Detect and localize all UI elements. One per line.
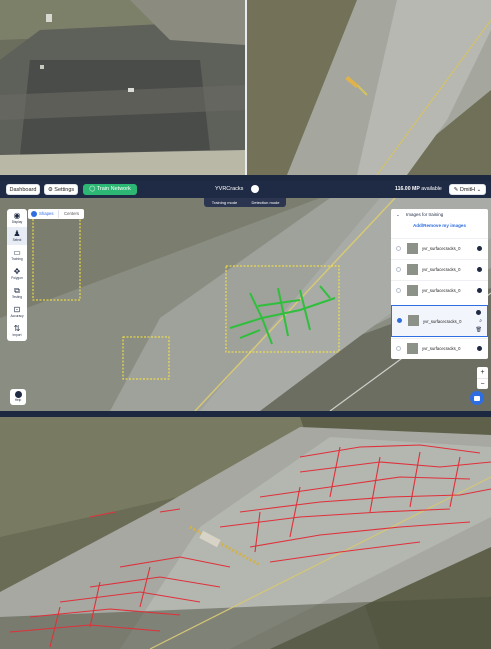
info-icon[interactable]: [476, 310, 481, 315]
image-checkbox[interactable]: [396, 346, 401, 351]
image-thumbnail: [407, 264, 418, 275]
detection-result-image: [0, 417, 491, 649]
image-row[interactable]: yvr_surfacecracks_0: [391, 259, 488, 279]
mp-suffix: available: [421, 186, 442, 192]
dashboard-label: Dashboard: [9, 187, 37, 193]
help-button[interactable]: Help: [10, 389, 26, 405]
image-row[interactable]: yvr_surfacecracks_0: [391, 238, 488, 258]
tool-accuracy[interactable]: ⊡ Accuracy: [7, 303, 27, 321]
image-checkbox[interactable]: [396, 246, 401, 251]
chat-icon: [474, 396, 480, 401]
polygon-icon: ✥: [13, 267, 21, 276]
settings-label: Settings: [54, 187, 75, 193]
mp-available: 116.00 MP available: [395, 184, 442, 195]
image-thumbnail: [408, 315, 419, 326]
testing-icon: ⧉: [14, 286, 20, 295]
chat-button[interactable]: [470, 391, 484, 405]
tool-testing[interactable]: ⧉ Testing: [7, 284, 27, 302]
top-aerial-panel: [0, 0, 491, 175]
trash-icon[interactable]: 🗑: [476, 327, 482, 333]
image-name: yvr_surfacecracks_0: [423, 319, 462, 324]
train-label: Train Network: [96, 186, 131, 192]
question-icon: [14, 391, 22, 398]
info-icon[interactable]: [477, 267, 482, 272]
tool-import-label: Import: [12, 333, 22, 337]
chevron-down-icon: ⌄: [475, 187, 482, 193]
eye-icon: ◉: [13, 211, 21, 220]
help-label: Help: [14, 398, 22, 402]
tool-display-label: Display: [11, 220, 23, 224]
image-thumbnail: [407, 343, 418, 354]
info-icon[interactable]: [477, 246, 482, 251]
zoom-out-button[interactable]: −: [477, 378, 488, 390]
zoom-in-button[interactable]: +: [477, 367, 488, 378]
image-name: yvr_surfacecracks_0: [422, 246, 461, 251]
left-toolbar: ◉ Display ♟ Select ▭ Training ✥ Polygon ⧉ Tes…: [7, 209, 27, 341]
accuracy-icon: ⊡: [13, 305, 21, 314]
image-checkbox[interactable]: [397, 318, 402, 323]
tab-separator: [58, 210, 59, 218]
image-checkbox[interactable]: [396, 267, 401, 272]
image-row-selected[interactable]: yvr_surfacecracks_0 ⌕ 🗑: [391, 305, 488, 337]
train-network-button[interactable]: ◯ Train Network: [83, 184, 137, 195]
settings-button[interactable]: ⚙ Settings: [44, 184, 78, 195]
aerial-image-left: [0, 0, 245, 175]
tab-training-mode[interactable]: Training mode: [204, 198, 245, 207]
search-icon[interactable]: ⌕: [479, 318, 482, 324]
training-icon: ▭: [13, 248, 21, 257]
tool-display[interactable]: ◉ Display: [7, 209, 27, 227]
tool-select[interactable]: ♟ Select: [7, 227, 27, 245]
image-name: yvr_surfacecracks_0: [422, 288, 461, 293]
panel-header[interactable]: ⌄ Images for training: [391, 209, 488, 220]
tab-centers[interactable]: Centers: [64, 209, 79, 219]
add-remove-images-link[interactable]: Add/Remove my images: [391, 223, 488, 228]
image-row[interactable]: yvr_surfacecracks_0: [391, 280, 488, 300]
info-icon[interactable]: [477, 288, 482, 293]
project-settings-icon[interactable]: [251, 185, 259, 193]
image-row[interactable]: yvr_surfacecracks_0: [391, 338, 488, 358]
toolbar: Dashboard ⚙ Settings ◯ Train Network YVR…: [0, 181, 491, 198]
tool-select-label: Select: [12, 238, 22, 242]
shape-tabs: Shapes Centers: [28, 209, 84, 219]
tool-polygon[interactable]: ✥ Polygon: [7, 265, 27, 283]
tool-training[interactable]: ▭ Training: [7, 246, 27, 264]
info-icon[interactable]: [477, 346, 482, 351]
select-icon: ♟: [13, 229, 21, 238]
tool-training-label: Training: [11, 257, 23, 261]
tool-import[interactable]: ⇅ Import: [7, 322, 27, 340]
aerial-image-right: [247, 0, 491, 175]
app-panel: Dashboard ⚙ Settings ◯ Train Network YVR…: [0, 181, 491, 411]
tool-polygon-label: Polygon: [11, 276, 23, 280]
import-icon: ⇅: [13, 324, 21, 333]
check-circle-icon: ◯: [89, 186, 97, 192]
chevron-down-icon: ⌄: [396, 212, 400, 217]
image-thumbnail: [407, 285, 418, 296]
image-name: yvr_surfacecracks_0: [422, 346, 461, 351]
image-thumbnail: [407, 243, 418, 254]
tab-detection-mode[interactable]: Detection mode: [245, 198, 286, 207]
tool-accuracy-label: Accuracy: [10, 314, 24, 318]
mp-value: 116.00 MP: [395, 186, 420, 192]
tool-testing-label: Testing: [11, 295, 23, 299]
project-title: YVRCracks: [215, 186, 244, 192]
panel-title: Images for training: [406, 212, 444, 217]
shapes-radio-icon[interactable]: [31, 211, 37, 217]
images-panel: ⌄ Images for training Add/Remove my imag…: [391, 209, 488, 359]
user-menu-button[interactable]: ✎ DmitH ⌄: [449, 184, 486, 195]
image-checkbox[interactable]: [396, 288, 401, 293]
zoom-control: + −: [477, 367, 488, 389]
image-name: yvr_surfacecracks_0: [422, 267, 461, 272]
user-label: DmitH: [459, 187, 476, 193]
tab-shapes[interactable]: Shapes: [39, 209, 54, 219]
dashboard-button[interactable]: Dashboard: [6, 184, 40, 195]
mode-tabs: Training mode Detection mode: [204, 198, 286, 207]
